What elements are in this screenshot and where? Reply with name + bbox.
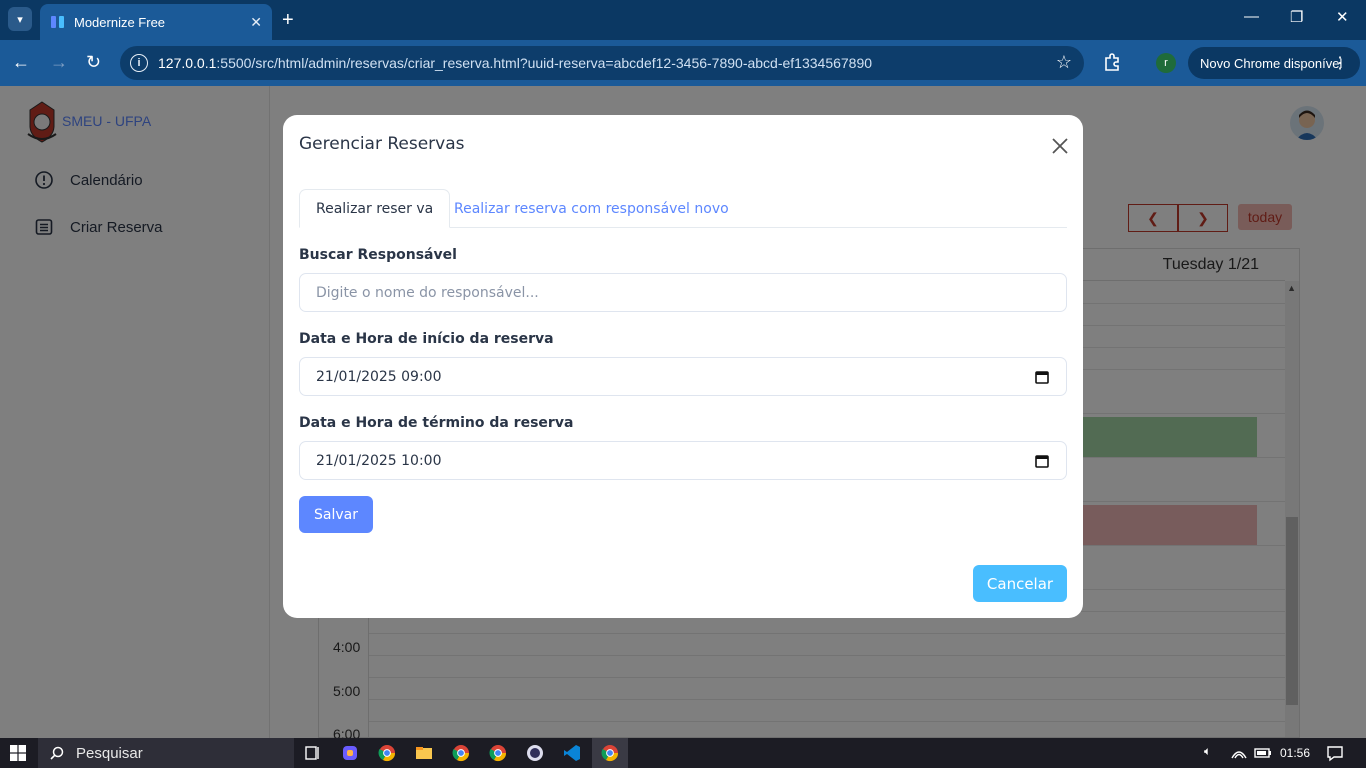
start-datetime-input[interactable]: 21/01/2025 09:00 bbox=[299, 357, 1067, 396]
calendar-picker-icon[interactable] bbox=[1035, 370, 1049, 384]
forward-arrow-icon[interactable]: → bbox=[50, 52, 68, 72]
vscode-icon[interactable] bbox=[563, 744, 581, 762]
close-window-icon[interactable]: ✕ bbox=[1336, 8, 1349, 26]
address-bar[interactable]: i 127.0.0.1:5500/src/html/admin/reservas… bbox=[120, 46, 1084, 80]
url-text: 127.0.0.1:5500/src/html/admin/reservas/c… bbox=[158, 55, 872, 71]
site-info-icon[interactable]: i bbox=[130, 54, 148, 72]
restore-icon[interactable]: ❐ bbox=[1290, 8, 1303, 26]
modal-title: Gerenciar Reservas bbox=[299, 134, 465, 154]
save-button[interactable]: Salvar bbox=[299, 496, 373, 533]
profile-avatar[interactable]: r bbox=[1156, 53, 1176, 73]
minimize-icon[interactable]: — bbox=[1244, 8, 1259, 25]
task-view-icon[interactable] bbox=[304, 744, 322, 762]
end-datetime-input[interactable]: 21/01/2025 10:00 bbox=[299, 441, 1067, 480]
taskbar-search[interactable]: Pesquisar bbox=[38, 738, 294, 768]
chrome-icon[interactable] bbox=[378, 744, 396, 762]
taskbar-clock[interactable]: 01:56 bbox=[1280, 746, 1310, 760]
chrome-icon[interactable] bbox=[452, 744, 470, 762]
start-datetime-value: 21/01/2025 09:00 bbox=[316, 368, 442, 385]
modernize-favicon-icon bbox=[51, 16, 64, 28]
start-datetime-label: Data e Hora de início da reserva bbox=[299, 331, 554, 347]
cancel-button[interactable]: Cancelar bbox=[973, 565, 1067, 602]
volume-icon[interactable]: 🔈︎ bbox=[1204, 744, 1211, 759]
notifications-icon[interactable] bbox=[1326, 744, 1344, 762]
new-tab-plus-icon[interactable]: + bbox=[282, 8, 294, 32]
close-icon[interactable] bbox=[1047, 133, 1073, 159]
end-datetime-label: Data e Hora de término da reserva bbox=[299, 415, 574, 431]
url-host: 127.0.0.1 bbox=[158, 55, 217, 71]
chrome-icon[interactable] bbox=[489, 744, 507, 762]
search-icon bbox=[50, 746, 64, 760]
tab-title: Modernize Free bbox=[74, 14, 166, 30]
bookmark-star-icon[interactable]: ☆ bbox=[1056, 52, 1072, 73]
search-responsavel-label: Buscar Responsável bbox=[299, 247, 457, 263]
obs-icon[interactable] bbox=[526, 744, 544, 762]
search-responsavel-input[interactable]: Digite o nome do responsável... bbox=[299, 273, 1067, 312]
tab-reserva-responsavel-novo[interactable]: Realizar reserva com responsável novo bbox=[454, 189, 729, 228]
copilot-icon[interactable] bbox=[341, 744, 359, 762]
chrome-icon[interactable] bbox=[601, 744, 619, 762]
calendar-picker-icon[interactable] bbox=[1035, 454, 1049, 468]
extensions-puzzle-icon[interactable] bbox=[1102, 52, 1122, 72]
wifi-icon[interactable] bbox=[1230, 744, 1248, 762]
back-arrow-icon[interactable]: ← bbox=[12, 52, 30, 72]
windows-taskbar: Pesquisar 🔈︎ 01:56 bbox=[0, 738, 1366, 768]
close-tab-icon[interactable]: ✕ bbox=[250, 14, 262, 31]
end-datetime-value: 21/01/2025 10:00 bbox=[316, 452, 442, 469]
chrome-update-button[interactable]: Novo Chrome disponível ⋮ bbox=[1188, 47, 1360, 79]
battery-icon[interactable] bbox=[1254, 744, 1272, 762]
browser-tab[interactable]: Modernize Free ✕ bbox=[40, 4, 272, 40]
update-label: Novo Chrome disponível bbox=[1200, 55, 1343, 71]
url-path: :5500/src/html/admin/reservas/criar_rese… bbox=[216, 55, 873, 71]
modal-tabs: Realizar reser va Realizar reserva com r… bbox=[299, 189, 1067, 228]
tab-search-chevron-icon[interactable]: ▾ bbox=[8, 7, 32, 31]
menu-dots-icon[interactable]: ⋮ bbox=[1332, 53, 1348, 73]
tab-realizar-reserva[interactable]: Realizar reser va bbox=[299, 189, 451, 228]
windows-start-icon[interactable] bbox=[10, 745, 26, 761]
file-explorer-icon[interactable] bbox=[415, 744, 433, 762]
reservation-modal: Gerenciar Reservas Realizar reser va Rea… bbox=[283, 115, 1083, 618]
taskbar-search-label: Pesquisar bbox=[76, 744, 143, 762]
reload-icon[interactable]: ↻ bbox=[86, 52, 101, 72]
browser-tab-bar: ▾ Modernize Free ✕ + — ❐ ✕ bbox=[0, 0, 1366, 40]
